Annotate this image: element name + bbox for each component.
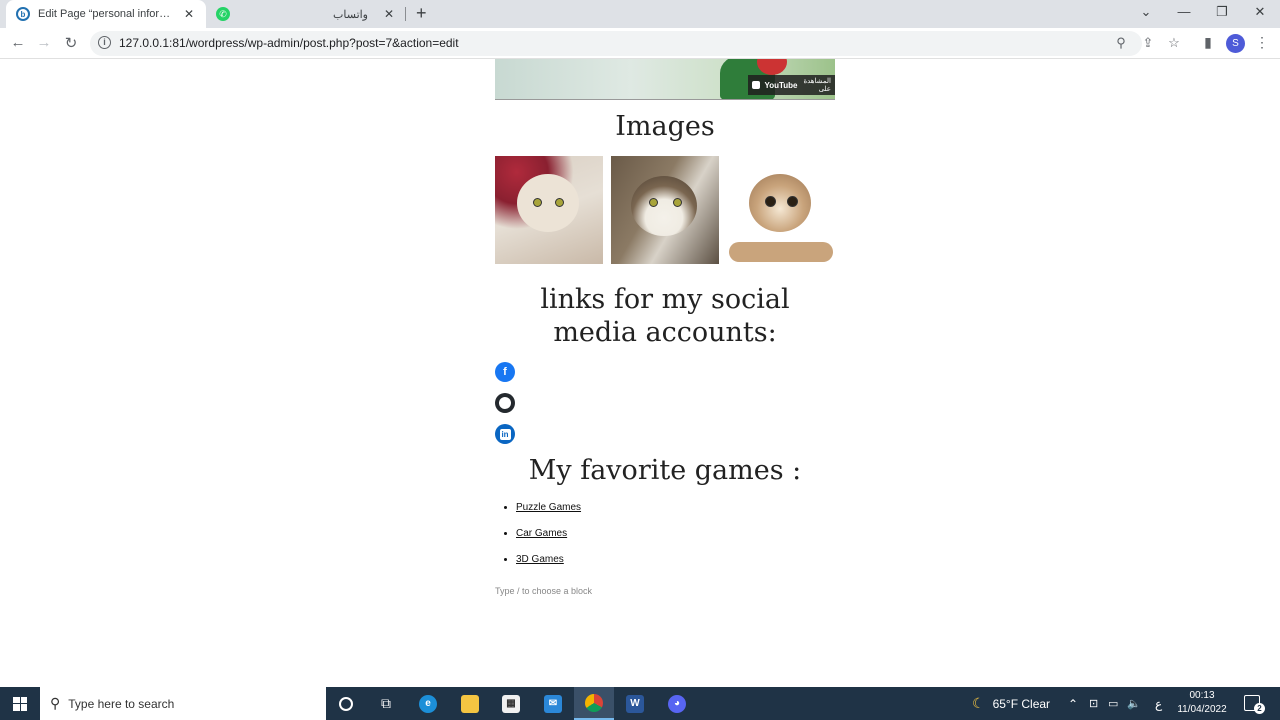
discord-icon[interactable]: ◕ xyxy=(657,687,697,720)
task-view-button[interactable]: ⧉ xyxy=(366,687,406,720)
game-link[interactable]: Car Games xyxy=(516,528,567,539)
games-list: Puzzle Games Car Games 3D Games xyxy=(516,502,581,580)
tab-divider xyxy=(405,7,406,21)
youtube-label: YouTube xyxy=(764,80,798,90)
cat-eye xyxy=(533,198,542,207)
cortana-button[interactable] xyxy=(326,687,366,720)
social-heading[interactable]: links for my social media accounts: xyxy=(495,283,835,349)
moon-icon: ☾ xyxy=(972,695,985,711)
mail-icon[interactable]: ✉ xyxy=(533,687,573,720)
game-link[interactable]: 3D Games xyxy=(516,554,564,565)
language-indicator[interactable]: ع xyxy=(1155,687,1162,720)
cat-face xyxy=(517,174,579,232)
taskbar-search[interactable]: ⚲ Type here to search xyxy=(40,687,326,720)
store-icon[interactable]: ▦ xyxy=(491,687,531,720)
cat-image-2[interactable] xyxy=(611,156,719,264)
cat-face xyxy=(749,174,811,232)
github-icon[interactable] xyxy=(495,393,515,413)
side-panel-icon[interactable]: ▮ xyxy=(1199,34,1217,51)
windows-taskbar: ⚲ Type here to search ⧉ e ▦ ✉ W ◕ ☾ 65°F… xyxy=(0,687,1280,720)
notification-count: 2 xyxy=(1254,703,1265,714)
search-placeholder: Type here to search xyxy=(68,696,175,711)
linkedin-icon[interactable]: in xyxy=(495,424,515,444)
menu-icon[interactable]: ⋮ xyxy=(1253,34,1271,51)
weather-widget[interactable]: ☾ 65°F Clear xyxy=(972,687,1050,720)
zoom-icon[interactable]: ⚲ xyxy=(1113,35,1129,51)
images-heading[interactable]: Images xyxy=(495,111,835,142)
windows-icon xyxy=(13,696,27,711)
chrome-icon[interactable] xyxy=(574,687,614,720)
edge-icon[interactable]: e xyxy=(408,687,448,720)
watch-on-label: المشاهدة على xyxy=(803,78,831,93)
editor-canvas: YouTube المشاهدة على Images links for my… xyxy=(0,59,1280,687)
site-info-icon[interactable]: i xyxy=(98,36,111,49)
browser-toolbar: ← → ↻ i 127.0.0.1:81/wordpress/wp-admin/… xyxy=(0,28,1280,59)
tab-edit-page[interactable]: b Edit Page “personal information” ✕ xyxy=(6,0,206,28)
cat-eye xyxy=(787,196,798,207)
system-clock[interactable]: 00:13 11/04/2022 xyxy=(1172,689,1232,717)
start-button[interactable] xyxy=(0,687,40,720)
block-appender[interactable]: Type / to choose a block xyxy=(495,586,592,596)
cat-eye xyxy=(555,198,564,207)
youtube-embed[interactable]: YouTube المشاهدة على xyxy=(495,59,835,100)
cat-eye xyxy=(649,198,658,207)
tab-title: Edit Page “personal information” xyxy=(38,8,176,20)
weather-text: 65°F Clear xyxy=(992,696,1051,711)
youtube-watch-bar[interactable]: YouTube المشاهدة على xyxy=(748,75,835,95)
cat-eye xyxy=(673,198,682,207)
games-heading[interactable]: My favorite games : xyxy=(495,455,835,486)
network-icon[interactable]: ⊡ xyxy=(1089,687,1098,720)
list-item: Car Games xyxy=(516,528,581,539)
restore-button[interactable]: ❐ xyxy=(1212,4,1232,20)
tab-strip: b Edit Page “personal information” ✕ ✆ و… xyxy=(0,0,1280,28)
search-icon: ⚲ xyxy=(50,695,61,711)
cat-eye xyxy=(765,196,776,207)
tab-whatsapp[interactable]: ✆ واتساب ✕ xyxy=(206,0,406,28)
word-icon[interactable]: W xyxy=(615,687,655,720)
cat-image-3[interactable] xyxy=(727,156,835,264)
clock-date: 11/04/2022 xyxy=(1177,704,1227,715)
close-window-button[interactable]: ✕ xyxy=(1250,4,1270,20)
reload-button[interactable]: ↻ xyxy=(62,34,80,52)
list-item: 3D Games xyxy=(516,554,581,565)
url-text[interactable]: 127.0.0.1:81/wordpress/wp-admin/post.php… xyxy=(119,36,459,50)
cat-image-1[interactable] xyxy=(495,156,603,264)
battery-icon[interactable]: ▭ xyxy=(1108,687,1118,720)
close-icon[interactable]: ✕ xyxy=(382,7,396,21)
back-button[interactable]: ← xyxy=(9,34,27,51)
list-item: Puzzle Games xyxy=(516,502,581,513)
share-icon[interactable]: ⇪ xyxy=(1140,35,1156,51)
new-tab-button[interactable]: + xyxy=(416,3,427,24)
volume-icon[interactable]: 🔈 xyxy=(1127,687,1141,720)
minimize-button[interactable]: — xyxy=(1174,4,1194,19)
game-link[interactable]: Puzzle Games xyxy=(516,502,581,513)
forward-button[interactable]: → xyxy=(35,34,53,51)
youtube-icon xyxy=(752,81,761,89)
clock-time: 00:13 xyxy=(1189,690,1215,701)
close-icon[interactable]: ✕ xyxy=(182,7,196,21)
facebook-icon[interactable]: f xyxy=(495,362,515,382)
bookmark-star-icon[interactable]: ☆ xyxy=(1166,35,1182,51)
cat-face xyxy=(631,176,697,236)
profile-avatar[interactable]: S xyxy=(1226,34,1245,53)
address-bar[interactable]: i 127.0.0.1:81/wordpress/wp-admin/post.p… xyxy=(90,31,1180,56)
show-hidden-icons-button[interactable]: ⌃ xyxy=(1068,687,1078,720)
tab-title: واتساب xyxy=(333,8,368,21)
file-explorer-icon[interactable] xyxy=(450,687,490,720)
tab-search-icon[interactable]: ⌄ xyxy=(1136,4,1156,20)
wordpress-icon: b xyxy=(16,7,30,21)
whatsapp-icon: ✆ xyxy=(216,7,230,21)
cat-paws xyxy=(729,242,833,262)
